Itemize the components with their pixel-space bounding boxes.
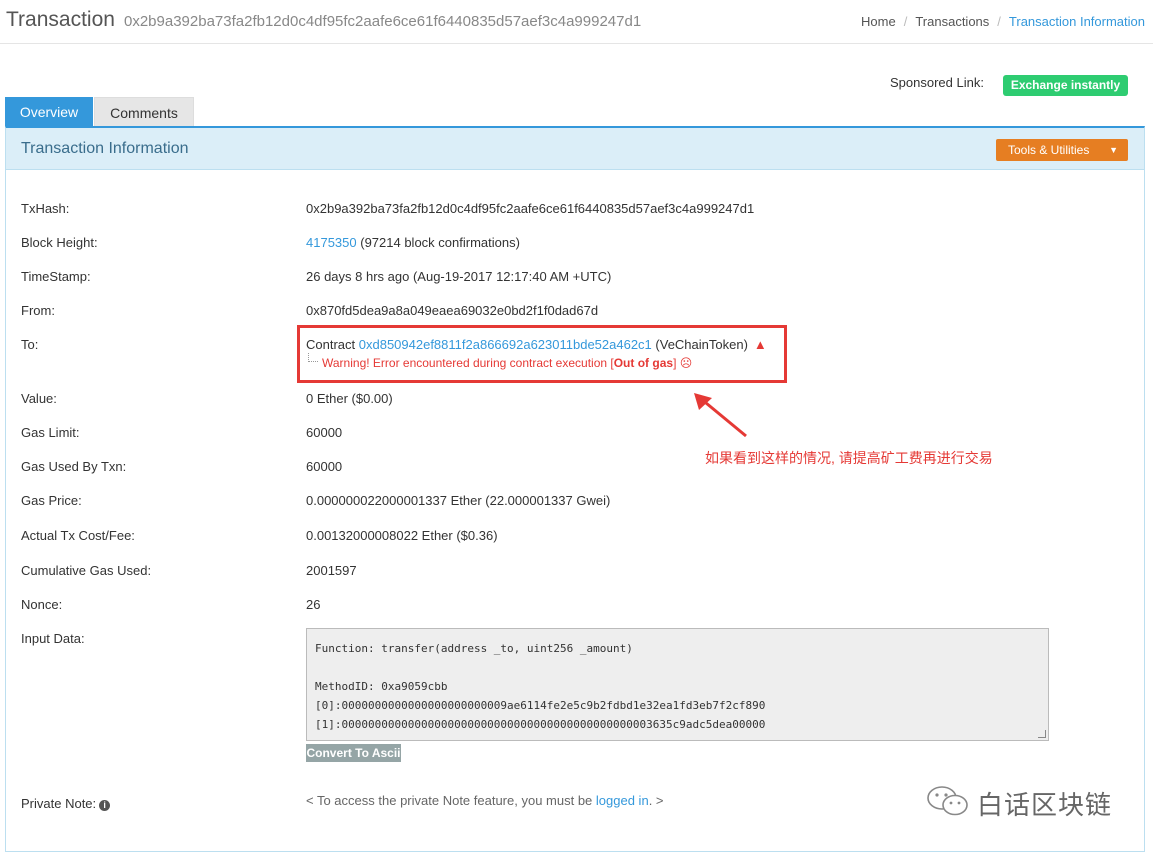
contract-warning: Warning! Error encountered during contra… xyxy=(322,356,692,370)
timestamp-label: TimeStamp: xyxy=(21,269,91,284)
panel-header: Transaction Information Tools & Utilitie… xyxy=(6,128,1144,170)
block-confirmations: (97214 block confirmations) xyxy=(356,235,520,250)
fee-label: Actual Tx Cost/Fee: xyxy=(21,528,135,543)
annotation-text: 如果看到这样的情况, 请提高矿工费再进行交易 xyxy=(705,450,993,466)
logged-in-link[interactable]: logged in xyxy=(596,793,649,808)
warning-suffix: ] ☹ xyxy=(673,356,693,370)
timestamp-value: 26 days 8 hrs ago (Aug-19-2017 12:17:40 … xyxy=(306,269,612,284)
input-data-text: Function: transfer(address _to, uint256 … xyxy=(315,642,766,731)
warning-out-of-gas: Out of gas xyxy=(613,356,674,370)
nonce-value: 26 xyxy=(306,597,321,612)
cumulative-gas-value: 2001597 xyxy=(306,563,357,578)
to-contract-name: (VeChainToken) xyxy=(651,337,748,352)
value-label: Value: xyxy=(21,391,57,406)
from-label: From: xyxy=(21,303,55,318)
annotation-arrow-icon xyxy=(694,393,747,438)
gas-price-value: 0.000000022000001337 Ether (22.000001337… xyxy=(306,493,611,508)
breadcrumb-current[interactable]: Transaction Information xyxy=(1009,14,1145,29)
sponsored-label: Sponsored Link: xyxy=(890,75,984,90)
private-note-label: Private Note: i xyxy=(21,796,111,811)
tab-overview[interactable]: Overview xyxy=(5,97,93,127)
breadcrumb-transactions[interactable]: Transactions xyxy=(915,14,989,29)
input-data-textarea[interactable]: Function: transfer(address _to, uint256 … xyxy=(306,628,1049,741)
gas-used-label: Gas Used By Txn: xyxy=(21,459,127,474)
to-value: Contract 0xd850942ef8811f2a866692a623011… xyxy=(306,337,767,352)
tools-utilities-button[interactable]: Tools & Utilities ▼ xyxy=(996,139,1128,161)
to-contract-link[interactable]: 0xd850942ef8811f2a866692a623011bde52a462… xyxy=(359,337,652,352)
panel-title: Transaction Information xyxy=(21,140,189,157)
note-suffix: . > xyxy=(648,793,664,808)
wechat-icon xyxy=(927,786,968,816)
note-prefix: < To access the private Note feature, yo… xyxy=(306,793,596,808)
warning-icon: ▲ xyxy=(753,337,767,352)
transaction-panel: Transaction Information Tools & Utilitie… xyxy=(5,126,1145,852)
page-title: Transaction xyxy=(6,8,115,31)
input-data-label: Input Data: xyxy=(21,631,85,646)
exchange-instantly-button[interactable]: Exchange instantly xyxy=(1003,75,1128,96)
to-label: To: xyxy=(21,337,39,352)
nonce-label: Nonce: xyxy=(21,597,63,612)
gas-limit-label: Gas Limit: xyxy=(21,425,80,440)
txhash-label: TxHash: xyxy=(21,201,70,216)
page-hash: 0x2b9a392ba73fa2fb12d0c4df95fc2aafe6ce61… xyxy=(124,13,642,30)
txhash-value: 0x2b9a392ba73fa2fb12d0c4df95fc2aafe6ce61… xyxy=(306,201,755,216)
watermark-text: 白话区块链 xyxy=(977,790,1113,820)
private-note-text: < To access the private Note feature, yo… xyxy=(306,793,664,808)
fee-value: 0.00132000008022 Ether ($0.36) xyxy=(306,528,498,543)
block-height-label: Block Height: xyxy=(21,235,98,250)
to-contract-prefix: Contract xyxy=(306,337,359,352)
tools-utilities-label: Tools & Utilities xyxy=(1008,143,1090,157)
breadcrumb: Home / Transactions / Transaction Informatio… xyxy=(861,14,1145,29)
highlight-box xyxy=(297,325,787,383)
tree-connector xyxy=(308,353,318,362)
private-note-label-text: Private Note: xyxy=(21,796,97,811)
resize-handle-icon[interactable] xyxy=(1038,730,1046,738)
warning-text: Warning! Error encountered during contra… xyxy=(322,356,614,370)
cumulative-gas-label: Cumulative Gas Used: xyxy=(21,563,152,578)
value-value: 0 Ether ($0.00) xyxy=(306,391,393,406)
caret-down-icon: ▼ xyxy=(1109,145,1118,155)
gas-price-label: Gas Price: xyxy=(21,493,82,508)
gas-limit-value: 60000 xyxy=(306,425,343,440)
breadcrumb-home[interactable]: Home xyxy=(861,14,896,29)
block-height-link[interactable]: 4175350 xyxy=(306,235,357,250)
tab-comments[interactable]: Comments xyxy=(94,97,194,127)
info-icon[interactable]: i xyxy=(99,800,111,811)
page-header: Transaction 0x2b9a392ba73fa2fb12d0c4df95… xyxy=(0,0,1153,44)
block-height-value: 4175350 (97214 block confirmations) xyxy=(306,235,520,250)
convert-to-ascii-button[interactable]: Convert To Ascii xyxy=(306,744,401,762)
gas-used-value: 60000 xyxy=(306,459,343,474)
from-address-link[interactable]: 0x870fd5dea9a8a049eaea69032e0bd2f1f0dad6… xyxy=(306,303,598,318)
